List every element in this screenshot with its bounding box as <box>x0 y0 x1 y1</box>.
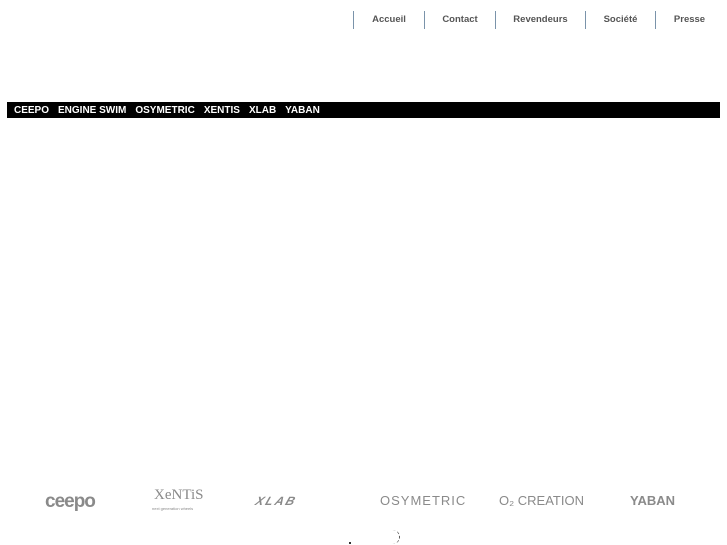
loading-spinner-icon <box>385 530 400 544</box>
brand-logos: ceepo XeNTiS next generation wheels XLAB… <box>30 485 700 520</box>
nav-accueil[interactable]: Accueil <box>353 11 424 29</box>
brand-osymetric[interactable]: OSYMETRIC <box>135 105 194 116</box>
nav-presse[interactable]: Presse <box>655 11 723 29</box>
brand-menu: CEEPO ENGINE SWIM OSYMETRIC XENTIS XLAB … <box>7 102 720 118</box>
brand-xentis[interactable]: XENTIS <box>204 105 240 116</box>
brand-yaban[interactable]: YABAN <box>285 105 320 116</box>
logo-o2-creation[interactable]: O₂ CREATION <box>499 493 584 508</box>
nav-societe[interactable]: Société <box>585 11 655 29</box>
top-nav: Accueil Contact Revendeurs Société Press… <box>353 11 723 29</box>
logo-ceepo[interactable]: ceepo <box>45 491 96 513</box>
brand-xlab[interactable]: XLAB <box>249 105 276 116</box>
logo-yaban[interactable]: YABAN <box>630 493 675 508</box>
logo-xentis-tagline: next generation wheels <box>152 506 194 511</box>
logo-xentis[interactable]: XeNTiS <box>154 487 203 504</box>
logo-xlab[interactable]: XLAB <box>253 494 299 508</box>
brand-engine-swim[interactable]: ENGINE SWIM <box>58 105 126 116</box>
logo-osymetric[interactable]: OSYMETRIC <box>380 493 466 508</box>
nav-contact[interactable]: Contact <box>424 11 495 29</box>
loading-dot-icon <box>349 542 351 544</box>
brand-ceepo[interactable]: CEEPO <box>14 105 49 116</box>
nav-revendeurs[interactable]: Revendeurs <box>495 11 585 29</box>
